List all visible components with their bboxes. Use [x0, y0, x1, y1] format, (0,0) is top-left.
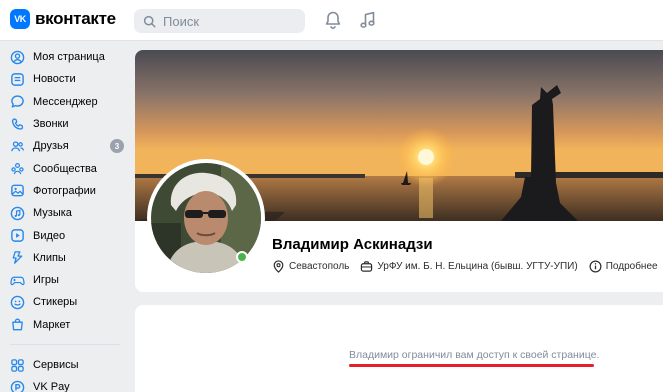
phone-icon: [11, 117, 24, 130]
sidebar-item-services[interactable]: Сервисы: [0, 354, 130, 376]
photos-icon: [11, 185, 24, 197]
search-box[interactable]: [134, 9, 305, 33]
vk-logo[interactable]: VK вконтакте: [10, 9, 116, 29]
sidebar-item-label: Клипы: [33, 251, 66, 264]
restricted-message: Владимир ограничил вам доступ к своей ст…: [349, 349, 600, 361]
clips-icon: [12, 251, 23, 265]
news-icon: [11, 73, 24, 86]
sidebar-item-stickers[interactable]: Стикеры: [0, 291, 130, 313]
more-info-button[interactable]: Подробнее: [589, 260, 658, 273]
sidebar-item-label: Видео: [33, 229, 66, 242]
more-info-label: Подробнее: [605, 261, 658, 272]
sidebar-item-market[interactable]: Маркет: [0, 314, 130, 336]
games-icon: [10, 276, 25, 285]
sidebar-item-news[interactable]: Новости: [0, 68, 130, 90]
profile-university-label: УрФУ им. Б. Н. Ельцина (бывш. УГТУ-УПИ): [377, 261, 578, 272]
online-indicator: [236, 251, 248, 263]
sidebar-item-music[interactable]: Музыка: [0, 202, 130, 224]
sidebar-item-vk-pay[interactable]: VK Pay: [0, 376, 130, 392]
market-icon: [12, 318, 23, 331]
music-note-icon[interactable]: [358, 10, 378, 30]
sidebar-item-label: Игры: [33, 274, 59, 287]
left-sidebar: Моя страница Новости Мессенджер Звонки Д…: [0, 46, 130, 392]
location-pin-icon: [273, 260, 284, 273]
sidebar-item-messenger[interactable]: Мессенджер: [0, 91, 130, 113]
services-icon: [11, 358, 24, 372]
sidebar-item-communities[interactable]: Сообщества: [0, 157, 130, 179]
sidebar-item-games[interactable]: Игры: [0, 269, 130, 291]
sidebar-item-label: Звонки: [33, 118, 69, 131]
search-icon: [143, 15, 156, 28]
sidebar-item-label: Мессенджер: [33, 95, 98, 108]
sidebar-item-clips[interactable]: Клипы: [0, 247, 130, 269]
sidebar-item-friends[interactable]: Друзья 3: [0, 135, 130, 157]
vkpay-icon: [10, 380, 25, 392]
sidebar-item-label: Сообщества: [33, 162, 97, 175]
sidebar-item-label: Маркет: [33, 318, 71, 331]
user-circle-icon: [10, 50, 25, 64]
friends-icon: [11, 141, 25, 152]
sidebar-item-label: Друзья: [33, 140, 69, 153]
stickers-icon: [10, 295, 25, 310]
friends-count-badge: 3: [110, 139, 124, 154]
sidebar-item-label: Новости: [33, 73, 76, 86]
sidebar-item-label: Фотографии: [33, 184, 96, 197]
profile-university[interactable]: УрФУ им. Б. Н. Ельцина (бывш. УГТУ-УПИ): [360, 260, 578, 273]
logo-text: вконтакте: [35, 9, 116, 28]
message-icon: [11, 95, 24, 108]
vk-logo-icon: VK: [10, 9, 30, 29]
sidebar-item-label: Стикеры: [33, 296, 78, 309]
top-header: VK вконтакте: [0, 0, 663, 41]
red-underline-annotation: [349, 364, 594, 367]
sidebar-item-photos[interactable]: Фотографии: [0, 180, 130, 202]
profile-name: Владимир Аскинадзи: [272, 236, 433, 253]
sidebar-item-video[interactable]: Видео: [0, 224, 130, 246]
bell-icon[interactable]: [323, 10, 343, 30]
profile-city-label: Севастополь: [289, 261, 350, 272]
briefcase-icon: [361, 261, 373, 272]
profile-info-row: Севастополь УрФУ им. Б. Н. Ельцина (бывш…: [272, 260, 663, 273]
sidebar-item-label: Моя страница: [33, 51, 105, 64]
sidebar-divider: [10, 343, 120, 345]
sidebar-item-label: VK Pay: [33, 381, 70, 392]
sidebar-item-label: Музыка: [33, 207, 72, 220]
video-icon: [11, 229, 24, 242]
info-icon: [589, 260, 602, 273]
music-icon: [10, 206, 25, 221]
sidebar-item-my-page[interactable]: Моя страница: [0, 46, 130, 68]
sidebar-item-calls[interactable]: Звонки: [0, 113, 130, 135]
communities-icon: [11, 163, 24, 175]
sidebar-item-label: Сервисы: [33, 359, 79, 371]
profile-city[interactable]: Севастополь: [272, 260, 349, 273]
search-input[interactable]: [163, 13, 293, 29]
